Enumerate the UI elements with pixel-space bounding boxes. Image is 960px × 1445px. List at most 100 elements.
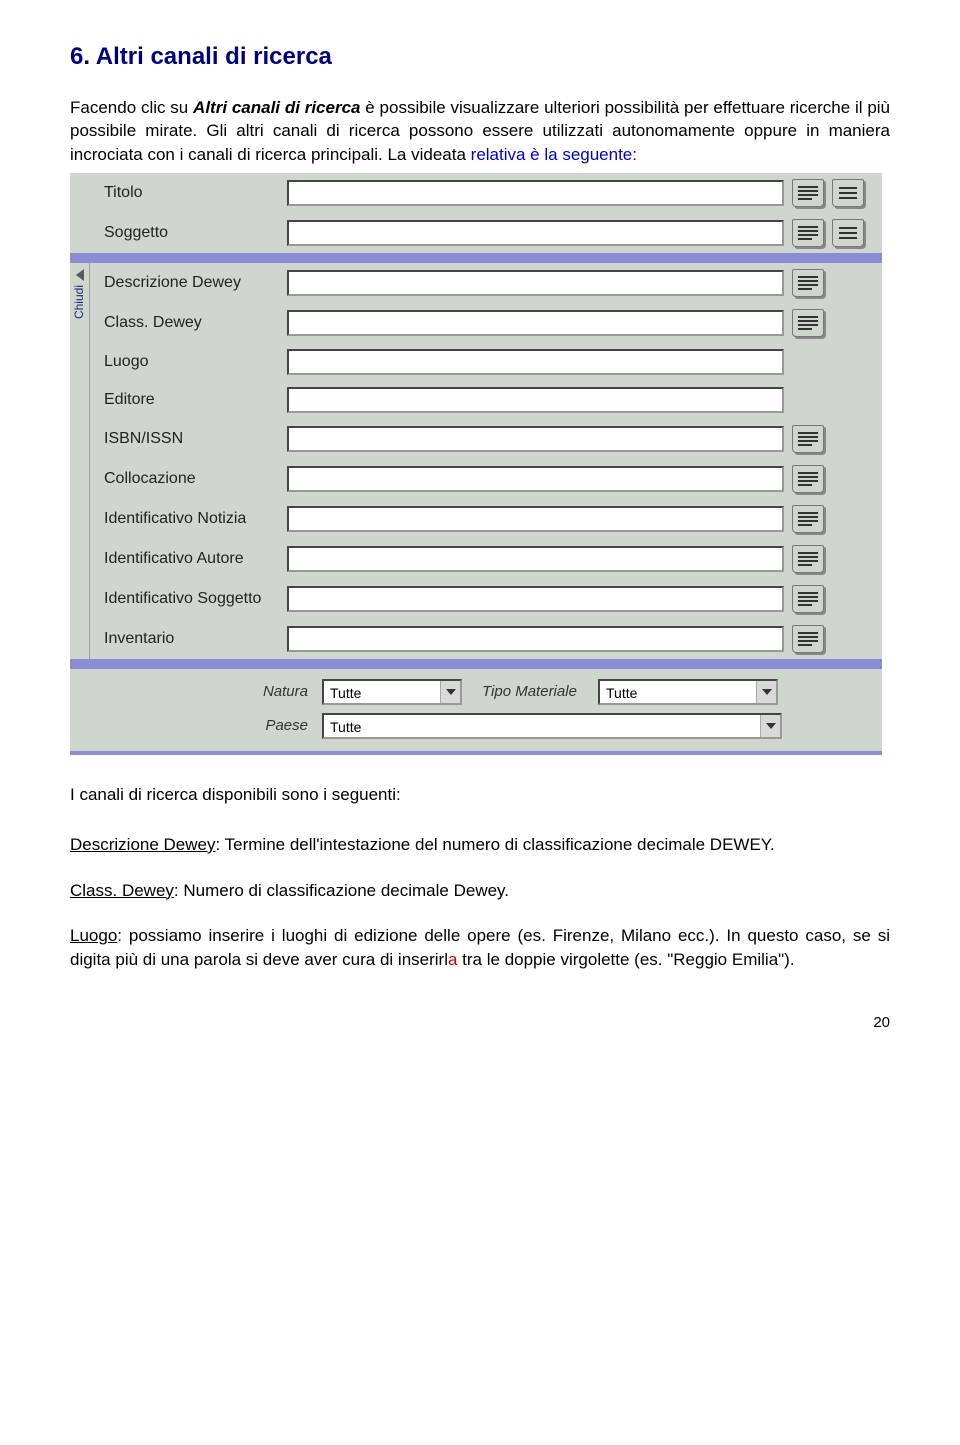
text-class-dewey: : Numero di classificazione decimale Dew… — [174, 881, 509, 900]
lines-icon — [798, 472, 818, 486]
search-form-screenshot: Titolo Soggetto Chiudi Descrizione Dewey — [70, 173, 882, 755]
label-luogo: Luogo — [104, 351, 279, 373]
label-id-soggetto: Identificativo Soggetto — [104, 588, 279, 610]
label-titolo: Titolo — [104, 182, 279, 204]
lines-icon — [798, 276, 818, 290]
row-id-notizia: Identificativo Notizia — [100, 499, 868, 539]
label-soggetto: Soggetto — [104, 222, 279, 244]
panel-main: Chiudi Descrizione Dewey Class. Dewey Lu… — [70, 263, 882, 659]
chiudi-label: Chiudi — [71, 285, 88, 319]
help-button-id-soggetto[interactable] — [792, 585, 824, 613]
help-button-id-autore[interactable] — [792, 545, 824, 573]
help-button-class-dewey[interactable] — [792, 309, 824, 337]
text-descrizione-dewey: : Termine dell'intestazione del numero d… — [216, 835, 775, 854]
help-button-inventario[interactable] — [792, 625, 824, 653]
separator — [70, 751, 882, 755]
label-natura: Natura — [114, 681, 314, 702]
row-id-soggetto: Identificativo Soggetto — [100, 579, 868, 619]
intro-emph: Altri canali di ricerca — [193, 98, 360, 117]
input-soggetto[interactable] — [287, 220, 784, 246]
row-titolo: Titolo — [100, 173, 868, 213]
select-tipo-value: Tutte — [600, 681, 756, 703]
input-inventario[interactable] — [287, 626, 784, 652]
row-id-autore: Identificativo Autore — [100, 539, 868, 579]
input-id-soggetto[interactable] — [287, 586, 784, 612]
intro-tail: relativa è la seguente: — [471, 145, 637, 164]
label-class-dewey: Class. Dewey — [104, 312, 279, 334]
intro-paragraph: Facendo clic su Altri canali di ricerca … — [70, 96, 890, 167]
lines-icon — [798, 592, 818, 606]
page-number: 20 — [70, 1012, 890, 1033]
help-button-titolo[interactable] — [792, 179, 824, 207]
row-collocazione: Collocazione — [100, 459, 868, 499]
lines-icon — [798, 552, 818, 566]
row-isbn: ISBN/ISSN — [100, 419, 868, 459]
row-inventario: Inventario — [100, 619, 868, 659]
row-descr-dewey: Descrizione Dewey — [100, 263, 868, 303]
select-paese-value: Tutte — [324, 715, 760, 737]
chevron-down-icon — [760, 715, 780, 737]
separator — [70, 253, 882, 263]
row-editore: Editore — [100, 381, 868, 419]
chevron-down-icon — [756, 681, 776, 703]
lines-icon — [798, 432, 818, 446]
label-inventario: Inventario — [104, 628, 279, 650]
panel-top: Titolo Soggetto — [70, 173, 882, 253]
row-luogo: Luogo — [100, 343, 868, 381]
help-button-isbn[interactable] — [792, 425, 824, 453]
lines-icon — [798, 186, 818, 200]
help-button-id-notizia[interactable] — [792, 505, 824, 533]
label-id-autore: Identificativo Autore — [104, 548, 279, 570]
lines-icon — [798, 316, 818, 330]
list-button-soggetto[interactable] — [832, 219, 864, 247]
input-isbn[interactable] — [287, 426, 784, 452]
chevron-left-icon — [76, 269, 84, 281]
label-descr-dewey: Descrizione Dewey — [104, 272, 279, 294]
def-class-dewey: Class. Dewey: Numero di classificazione … — [70, 879, 890, 903]
list-icon — [839, 187, 857, 199]
help-button-collocazione[interactable] — [792, 465, 824, 493]
input-id-autore[interactable] — [287, 546, 784, 572]
select-tipo[interactable]: Tutte — [598, 679, 778, 705]
term-class-dewey: Class. Dewey — [70, 881, 174, 900]
section-heading: 6. Altri canali di ricerca — [70, 40, 890, 74]
list-button-titolo[interactable] — [832, 179, 864, 207]
def-luogo: Luogo: possiamo inserire i luoghi di edi… — [70, 924, 890, 972]
row-class-dewey: Class. Dewey — [100, 303, 868, 343]
label-collocazione: Collocazione — [104, 468, 279, 490]
text-luogo-2: tra le doppie virgolette (es. "Reggio Em… — [457, 950, 794, 969]
intro-text-pre: Facendo clic su — [70, 98, 193, 117]
separator — [70, 659, 882, 669]
label-tipo: Tipo Materiale — [470, 681, 590, 702]
chevron-down-icon — [440, 681, 460, 703]
help-button-descr-dewey[interactable] — [792, 269, 824, 297]
help-button-soggetto[interactable] — [792, 219, 824, 247]
def-descrizione-dewey: Descrizione Dewey: Termine dell'intestaz… — [70, 833, 890, 857]
label-editore: Editore — [104, 389, 279, 411]
lines-icon — [798, 632, 818, 646]
select-natura[interactable]: Tutte — [322, 679, 462, 705]
chiudi-tab[interactable]: Chiudi — [70, 263, 90, 659]
label-paese: Paese — [114, 715, 314, 736]
input-titolo[interactable] — [287, 180, 784, 206]
select-paese[interactable]: Tutte — [322, 713, 782, 739]
term-luogo: Luogo — [70, 926, 117, 945]
list-icon — [839, 227, 857, 239]
input-id-notizia[interactable] — [287, 506, 784, 532]
input-class-dewey[interactable] — [287, 310, 784, 336]
channels-subhead: I canali di ricerca disponibili sono i s… — [70, 783, 890, 807]
panel-bottom: Natura Tutte Tipo Materiale Tutte Paese … — [70, 669, 882, 751]
input-collocazione[interactable] — [287, 466, 784, 492]
lines-icon — [798, 512, 818, 526]
input-descr-dewey[interactable] — [287, 270, 784, 296]
label-isbn: ISBN/ISSN — [104, 428, 279, 450]
term-descrizione-dewey: Descrizione Dewey — [70, 835, 216, 854]
select-natura-value: Tutte — [324, 681, 440, 703]
row-soggetto: Soggetto — [100, 213, 868, 253]
input-luogo[interactable] — [287, 349, 784, 375]
label-id-notizia: Identificativo Notizia — [104, 508, 279, 530]
input-editore[interactable] — [287, 387, 784, 413]
row-natura-tipo: Natura Tutte Tipo Materiale Tutte — [114, 679, 868, 705]
lines-icon — [798, 226, 818, 240]
row-paese: Paese Tutte — [114, 713, 868, 739]
